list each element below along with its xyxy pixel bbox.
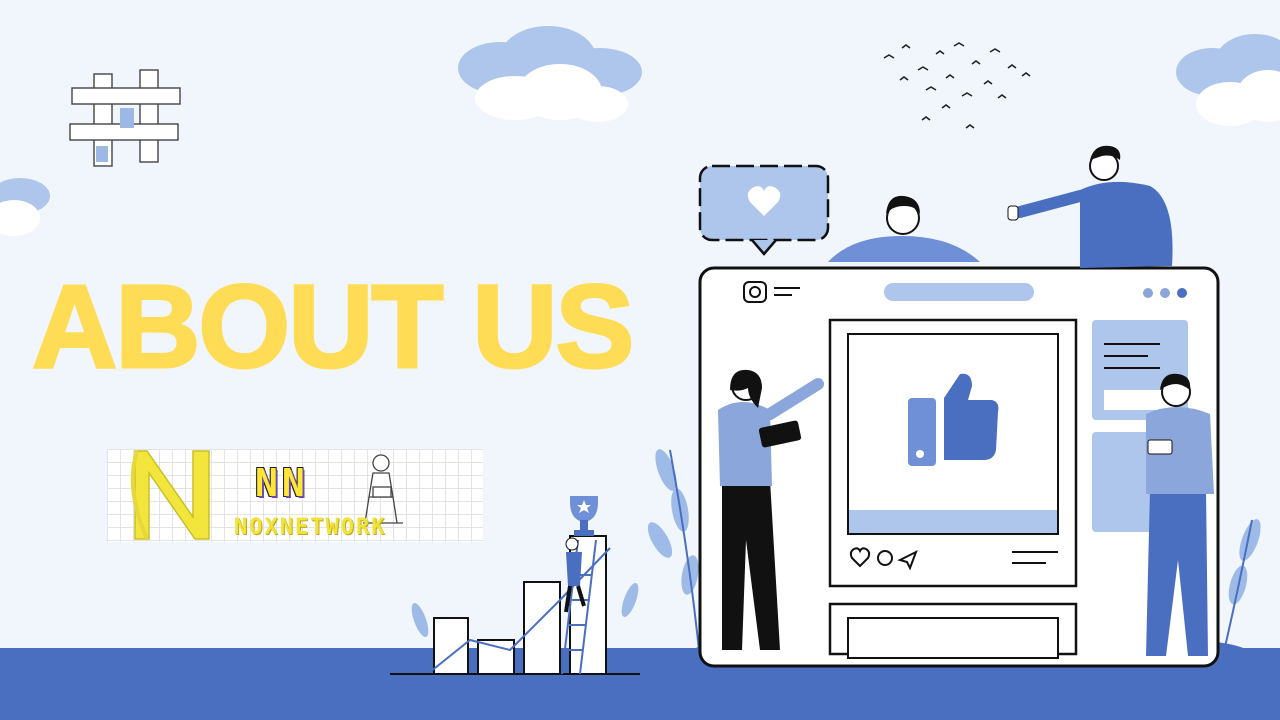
page-title: ABOUT US [30, 261, 635, 393]
logo: NN NOXNETWORK [107, 449, 483, 542]
birds-icon [883, 42, 1031, 129]
person-thumbs-up [1007, 145, 1173, 268]
trophy-icon [570, 496, 598, 536]
person-peeking [828, 195, 980, 262]
heart-bubble-icon [698, 164, 830, 256]
social-frame [698, 266, 1220, 668]
logo-initials: NN [255, 461, 309, 505]
person-laptop-icon [363, 454, 403, 524]
logo-name: NOXNETWORK [234, 515, 387, 540]
